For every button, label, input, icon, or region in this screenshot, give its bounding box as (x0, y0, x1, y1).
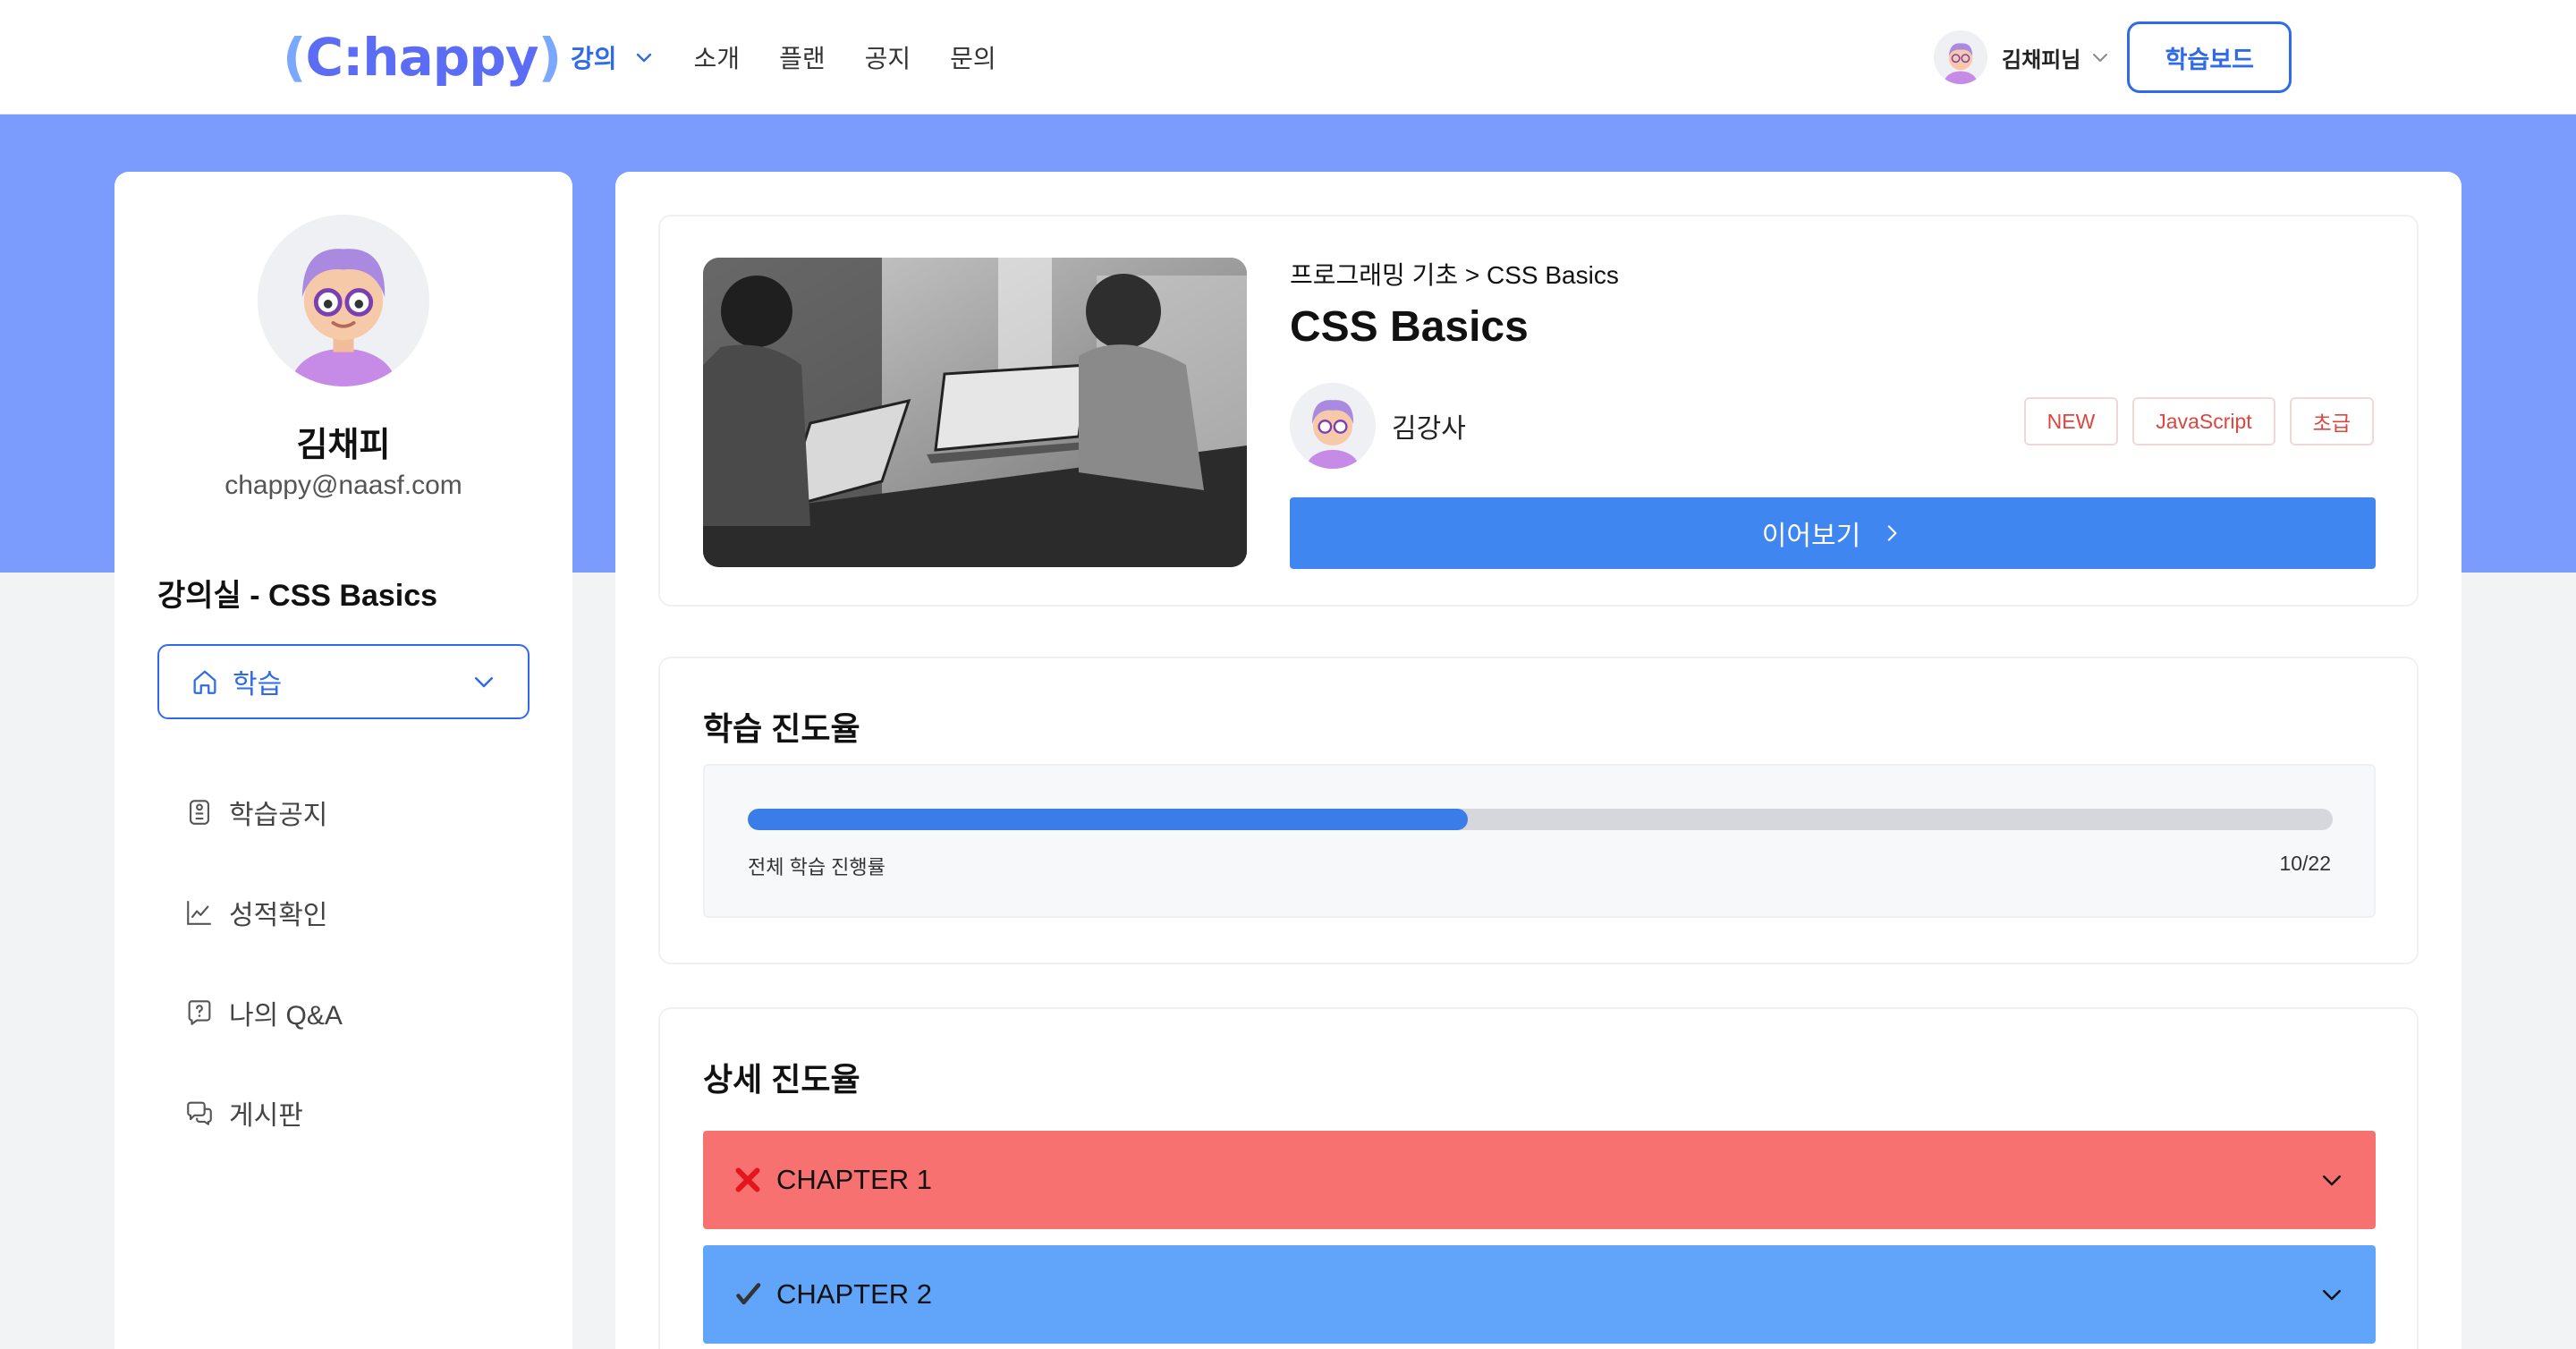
chapter-label: CHAPTER 2 (776, 1278, 932, 1310)
sidebar-item-label: 게시판 (229, 1101, 303, 1131)
profile-name: 김채피 (296, 427, 391, 464)
chapter-row[interactable]: CHAPTER 2 (703, 1245, 2376, 1344)
avatar-illustration (1290, 383, 1376, 469)
nav-item-plans[interactable]: 플랜 (779, 39, 826, 75)
home-icon (193, 670, 216, 694)
sidebar-menu: 학습공지 성적확인 나의 Q&A 게시판 (184, 762, 343, 1163)
nav-item-label: 문의 (950, 45, 996, 72)
top-header: ( C:happy ) 강의 소개 플랜 공지 문의 김채피님 학습보드 (0, 0, 2576, 115)
detail-progress-title: 상세 진도율 (703, 1061, 860, 1098)
profile-avatar (258, 215, 429, 386)
nav-item-about[interactable]: 소개 (694, 39, 741, 75)
chapter-row[interactable]: CHAPTER 1 (703, 1131, 2376, 1229)
chevron-down-icon (636, 53, 651, 63)
sidebar-item-label: 나의 Q&A (229, 1001, 343, 1031)
course-title: CSS Basics (1290, 303, 1529, 351)
instructor-name: 김강사 (1392, 414, 1466, 444)
nav-item-label: 공지 (864, 45, 911, 72)
chat-icon (187, 1101, 212, 1125)
chapter-label: CHAPTER 1 (776, 1164, 932, 1195)
nav-item-label: 강의 (571, 45, 617, 72)
sidebar-item-notice[interactable]: 학습공지 (184, 762, 343, 862)
course-tags: NEW JavaScript 초급 (2023, 397, 2374, 445)
close-icon (735, 1167, 760, 1192)
nav-item-label: 소개 (693, 45, 741, 72)
profile-email: chappy@naasf.com (225, 471, 462, 500)
avatar-illustration (1934, 30, 1987, 84)
profile-sidebar: 김채피 chappy@naasf.com 강의실 - CSS Basics 학습… (114, 172, 572, 1349)
chart-icon (187, 901, 211, 925)
nav-item-lectures[interactable]: 강의 (571, 39, 655, 75)
chevron-right-icon (1887, 525, 1897, 541)
instructor-avatar (1290, 383, 1376, 469)
check-icon (736, 1283, 761, 1305)
progress-bar-fill (748, 809, 1469, 830)
user-menu[interactable]: 김채피님 학습보드 (1934, 21, 2292, 93)
learning-dropdown[interactable]: 학습 (157, 644, 530, 719)
course-thumbnail (703, 258, 1247, 567)
chappy-logo[interactable]: ( C:happy ) (283, 25, 562, 89)
sidebar-item-qna[interactable]: 나의 Q&A (184, 963, 343, 1063)
avatar-illustration (258, 215, 429, 386)
chevron-down-icon (475, 677, 493, 688)
sidebar-item-label: 성적확인 (229, 901, 328, 930)
progress-title: 학습 진도율 (703, 710, 860, 747)
progress-label: 전체 학습 진행률 (748, 856, 886, 878)
progress-panel: 전체 학습 진행률 10/22 (703, 764, 2376, 918)
progress-card: 학습 진도율 전체 학습 진행률 10/22 (658, 657, 2419, 964)
nav-item-notice[interactable]: 공지 (865, 39, 911, 75)
continue-button[interactable]: 이어보기 (1290, 497, 2376, 569)
tag-new: NEW (2023, 397, 2119, 445)
progress-count: 10/22 (2279, 852, 2331, 875)
detail-progress-card: 상세 진도율 CHAPTER 1 CHAPTER 2 (658, 1007, 2419, 1349)
chevron-down-icon (2323, 1175, 2341, 1186)
sidebar-item-grades[interactable]: 성적확인 (184, 862, 343, 963)
chevron-down-icon (2093, 54, 2108, 62)
nav-item-contact[interactable]: 문의 (950, 39, 996, 75)
tag-javascript: JavaScript (2132, 397, 2275, 445)
sidebar-item-label: 학습공지 (229, 801, 328, 830)
sidebar-item-board[interactable]: 게시판 (184, 1063, 343, 1163)
logo-bracket-open: ( (283, 27, 306, 88)
main-nav: 강의 소개 플랜 공지 문의 (571, 36, 1036, 79)
main-content: 프로그래밍 기초 > CSS Basics CSS Basics 김강사 NEW… (615, 172, 2462, 1349)
user-avatar (1934, 30, 1987, 84)
user-name: 김채피님 (2002, 47, 2081, 72)
thumbnail-photo (703, 258, 1247, 567)
learning-board-button[interactable]: 학습보드 (2127, 21, 2292, 93)
dropdown-label: 학습 (233, 670, 283, 700)
notice-icon (190, 800, 209, 825)
course-card: 프로그래밍 기초 > CSS Basics CSS Basics 김강사 NEW… (658, 215, 2419, 607)
logo-text: C:happy (305, 27, 539, 88)
continue-button-label: 이어보기 (1761, 522, 1861, 551)
tag-level: 초급 (2289, 397, 2374, 445)
classroom-title: 강의실 - CSS Basics (157, 579, 438, 613)
question-icon (188, 1000, 211, 1025)
breadcrumb: 프로그래밍 기초 > CSS Basics (1290, 261, 1619, 289)
progress-bar (748, 809, 2333, 830)
chevron-down-icon (2323, 1290, 2341, 1301)
logo-bracket-close: ) (538, 27, 562, 88)
nav-item-label: 플랜 (779, 45, 826, 72)
